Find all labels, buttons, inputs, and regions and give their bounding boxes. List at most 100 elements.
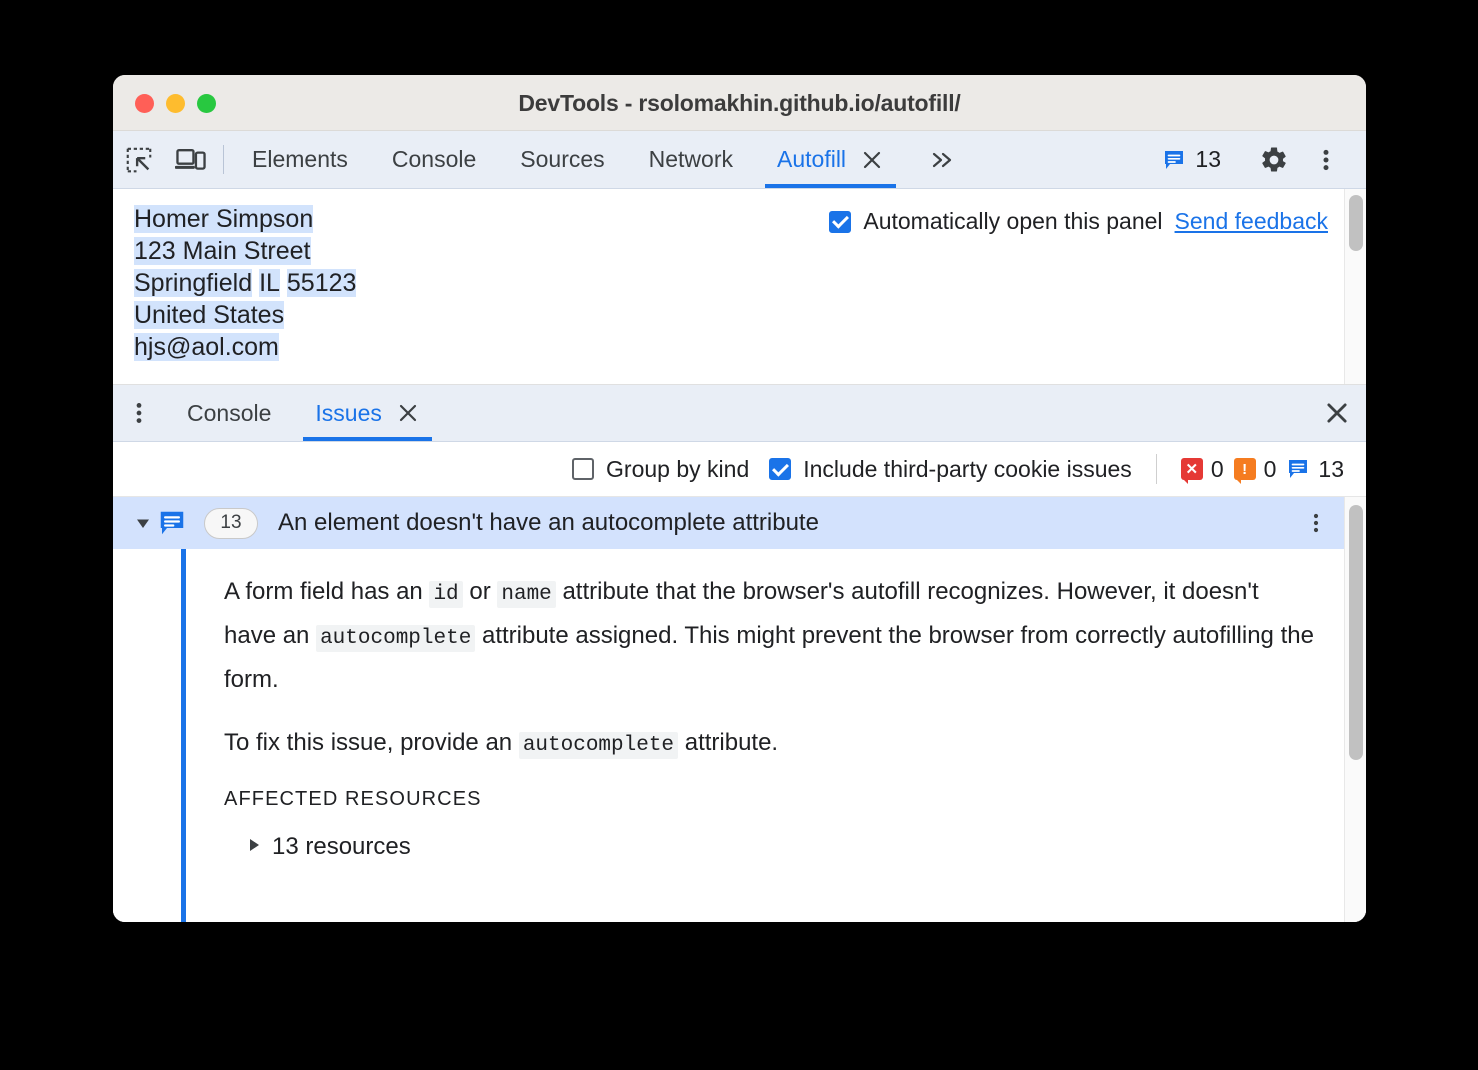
warning-badge-icon: ! [1233,458,1256,484]
tab-autofill-label: Autofill [777,146,847,172]
issue-count-pill: 13 [204,507,258,539]
issue-expand-triangle-icon[interactable] [129,513,157,533]
issues-filter-toolbar: Group by kind Include third-party cookie… [113,442,1366,497]
drawer-toolbar: Console Issues [113,385,1366,442]
autofill-panel-scrollbar[interactable] [1344,189,1366,384]
resources-expand-triangle-icon[interactable] [246,833,262,861]
issue-detail-accent-bar [181,549,186,922]
tab-network[interactable]: Network [627,131,755,188]
device-toolbar-icon[interactable] [165,131,217,188]
address-line-1: Homer Simpson [134,203,356,235]
issue-detail-content: A form field has an id or name attribute… [113,571,1344,861]
group-by-kind-label: Group by kind [606,455,750,482]
info-badge-icon [1286,457,1310,481]
issue-info-icon [157,508,187,538]
code-autocomplete-1: autocomplete [316,625,476,652]
issues-count-value: 13 [1195,146,1221,172]
code-autocomplete-2: autocomplete [518,732,679,759]
auto-open-panel-checkbox[interactable] [829,210,852,233]
group-by-kind-control[interactable]: Group by kind [572,456,749,483]
address-token-street: 123 Main Street [134,237,311,265]
code-name: name [497,581,556,608]
tab-sources-label: Sources [520,146,605,172]
drawer-tab-issues[interactable]: Issues [293,385,441,441]
autofill-options-row: Automatically open this panel Send feedb… [829,208,1328,235]
window-title: DevTools - rsolomakhin.github.io/autofil… [518,90,961,116]
issue-row-kebab-menu-icon[interactable] [1288,511,1344,535]
tab-elements[interactable]: Elements [230,131,370,188]
devtools-main-toolbar: Elements Console Sources Network Autofil… [113,131,1366,189]
kebab-menu-icon[interactable] [1300,147,1352,173]
info-count-value: 13 [1318,455,1344,482]
autofill-address-block: Homer Simpson 123 Main Street Springfiel… [134,203,357,363]
address-token-email: hjs@aol.com [134,333,279,361]
affected-resources-toggle[interactable]: 13 resources [224,833,1314,861]
tab-autofill[interactable]: Autofill [755,131,906,188]
third-party-cookies-checkbox[interactable] [769,458,792,480]
warning-count[interactable]: ! 0 [1233,455,1277,484]
address-token-zip: 55123 [286,269,357,297]
address-token-name: Homer Simpson [134,205,314,233]
address-token-state: IL [259,269,280,297]
p1-part2: or [462,578,498,605]
tab-console[interactable]: Console [370,131,498,188]
autofill-panel-body: Homer Simpson 123 Main Street Springfiel… [113,189,1344,384]
address-token-city: Springfield [134,269,253,297]
issues-scrollbar[interactable] [1344,497,1366,922]
address-line-5: hjs@aol.com [134,331,356,363]
drawer-kebab-menu-icon[interactable] [113,385,165,441]
third-party-cookies-control[interactable]: Include third-party cookie issues [769,456,1132,483]
inspect-element-icon[interactable] [113,131,165,188]
autofill-scrollbar-thumb[interactable] [1349,195,1363,251]
more-tabs-chevron-icon[interactable] [906,131,978,188]
devtools-window: DevTools - rsolomakhin.github.io/autofil… [113,75,1366,922]
drawer-tab-console-label: Console [187,399,272,426]
group-by-kind-checkbox[interactable] [572,458,595,480]
issues-list-container: 13 An element doesn't have an autocomple… [113,497,1366,922]
window-titlebar: DevTools - rsolomakhin.github.io/autofil… [113,75,1366,131]
issue-info-icon [1162,148,1186,172]
error-badge-icon: ✕ [1180,458,1203,484]
error-count[interactable]: ✕ 0 [1180,455,1224,484]
send-feedback-link[interactable]: Send feedback [1175,208,1328,235]
address-line-3: Springfield IL 55123 [134,267,357,299]
info-count[interactable]: 13 [1286,456,1344,483]
address-token-country: United States [134,301,285,329]
warning-count-value: 0 [1263,455,1277,482]
issue-description-paragraph-1: A form field has an id or name attribute… [224,571,1314,700]
gear-icon[interactable] [1248,145,1300,175]
address-gap-2 [280,269,287,297]
p2-part1: To fix this issue, provide an [224,729,519,756]
tab-autofill-close-icon[interactable] [860,148,884,172]
issue-row-header[interactable]: 13 An element doesn't have an autocomple… [113,497,1344,549]
address-line-4: United States [134,299,356,331]
third-party-cookies-label: Include third-party cookie issues [803,455,1132,482]
auto-open-panel-label: Automatically open this panel [863,208,1163,234]
tab-sources[interactable]: Sources [498,131,626,188]
drawer-tab-issues-label: Issues [315,399,382,426]
toolbar-divider-counts [1155,454,1157,484]
error-count-value: 0 [1210,455,1224,482]
issue-detail-body: A form field has an id or name attribute… [113,549,1344,922]
issues-count-button[interactable]: 13 [1148,146,1235,173]
drawer-tab-console[interactable]: Console [165,385,293,441]
issue-title: An element doesn't have an autocomplete … [278,509,819,536]
drawer-close-icon[interactable] [1308,385,1366,441]
toolbar-right-group: 13 [1148,131,1366,188]
tab-elements-label: Elements [252,146,348,172]
autofill-panel: Homer Simpson 123 Main Street Springfiel… [113,189,1366,385]
issue-counts: ✕ 0 ! 0 13 [1180,455,1344,484]
p2-part2: attribute. [678,729,779,756]
affected-resources-heading: AFFECTED RESOURCES [224,788,482,810]
issues-scroll-area: 13 An element doesn't have an autocomple… [113,497,1344,922]
tab-network-label: Network [648,146,733,172]
tab-console-label: Console [391,146,477,172]
affected-resources-label: 13 resources [272,833,411,860]
toolbar-divider [223,145,224,174]
issues-scrollbar-thumb[interactable] [1349,505,1363,760]
drawer-toolbar-spacer [442,385,1308,441]
devtools-drawer: Console Issues Group by kind Include thi… [113,385,1366,922]
address-line-2: 123 Main Street [134,235,356,267]
drawer-tab-issues-close-icon[interactable] [396,401,420,425]
